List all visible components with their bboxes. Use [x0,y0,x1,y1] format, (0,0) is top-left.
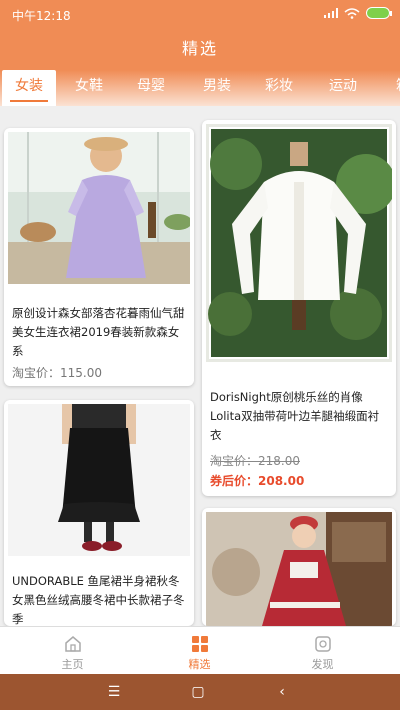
tab-luggage[interactable]: 箱 [376,70,400,106]
product-description: DorisNight原创桃乐丝的肖像Lolita双抽带荷叶边羊腿袖缎面衬衣 [210,390,380,442]
page-title: 精选 [0,28,400,70]
original-price: 淘宝价：218.00 [210,454,300,468]
tab-men-clothing[interactable]: 男装 [190,70,244,106]
tab-mother-baby[interactable]: 母婴 [124,70,178,106]
tab-women-clothing[interactable]: 女装 [2,70,56,106]
discover-icon [314,636,331,652]
product-card[interactable]: 原创设计森女部落杏花暮雨仙气甜美女生连衣裙2019春装新款森女系 淘宝价：115… [4,128,194,386]
back-icon[interactable]: ‹ [262,674,302,710]
home-button-icon[interactable]: ▢ [178,674,218,710]
tab-women-shoes[interactable]: 女鞋 [62,70,116,106]
product-image [8,132,190,284]
product-card[interactable] [202,508,396,626]
product-description: UNDORABLE 鱼尾裙半身裙秋冬女黑色丝绒高腰冬裙中长款裙子冬季 [12,574,185,626]
product-price: 淘宝价：115.00 [12,366,102,380]
product-description: 原创设计森女部落杏花暮雨仙气甜美女生连衣裙2019春装新款森女系 [12,306,185,358]
status-icons [324,7,392,19]
category-tabs: 女装 女鞋 母婴 男装 彩妆 运动 箱 [0,70,400,106]
product-card[interactable]: DorisNight原创桃乐丝的肖像Lolita双抽带荷叶边羊腿袖缎面衬衣 淘宝… [202,120,396,496]
coupon-price: 券后价：208.00 [210,474,305,488]
product-card[interactable]: UNDORABLE 鱼尾裙半身裙秋冬女黑色丝绒高腰冬裙中长款裙子冬季 [4,400,194,626]
tab-sports[interactable]: 运动 [316,70,370,106]
status-time: 中午12:18 [12,9,71,23]
status-bar: 中午12:18 [0,0,400,28]
product-image [8,404,190,556]
nav-discover[interactable]: 发现 [256,627,389,675]
nav-discover-label: 发现 [311,658,334,671]
grid-icon [191,636,208,652]
battery-icon [366,7,392,19]
signal-icon [324,8,338,18]
nav-featured[interactable]: 精选 [133,627,266,675]
tab-makeup[interactable]: 彩妆 [252,70,306,106]
nav-home-label: 主页 [61,658,84,671]
home-icon [64,636,81,652]
wifi-icon [344,7,360,19]
nav-featured-label: 精选 [188,658,211,671]
product-feed[interactable]: 原创设计森女部落杏花暮雨仙气甜美女生连衣裙2019春装新款森女系 淘宝价：115… [0,106,400,626]
bottom-navigation: 主页 精选 发现 [0,626,400,674]
product-image [206,124,392,362]
nav-home[interactable]: 主页 [6,627,139,675]
product-image [206,512,392,626]
system-navigation-bar: ☰ ▢ ‹ [0,674,400,710]
menu-icon[interactable]: ☰ [94,674,134,710]
